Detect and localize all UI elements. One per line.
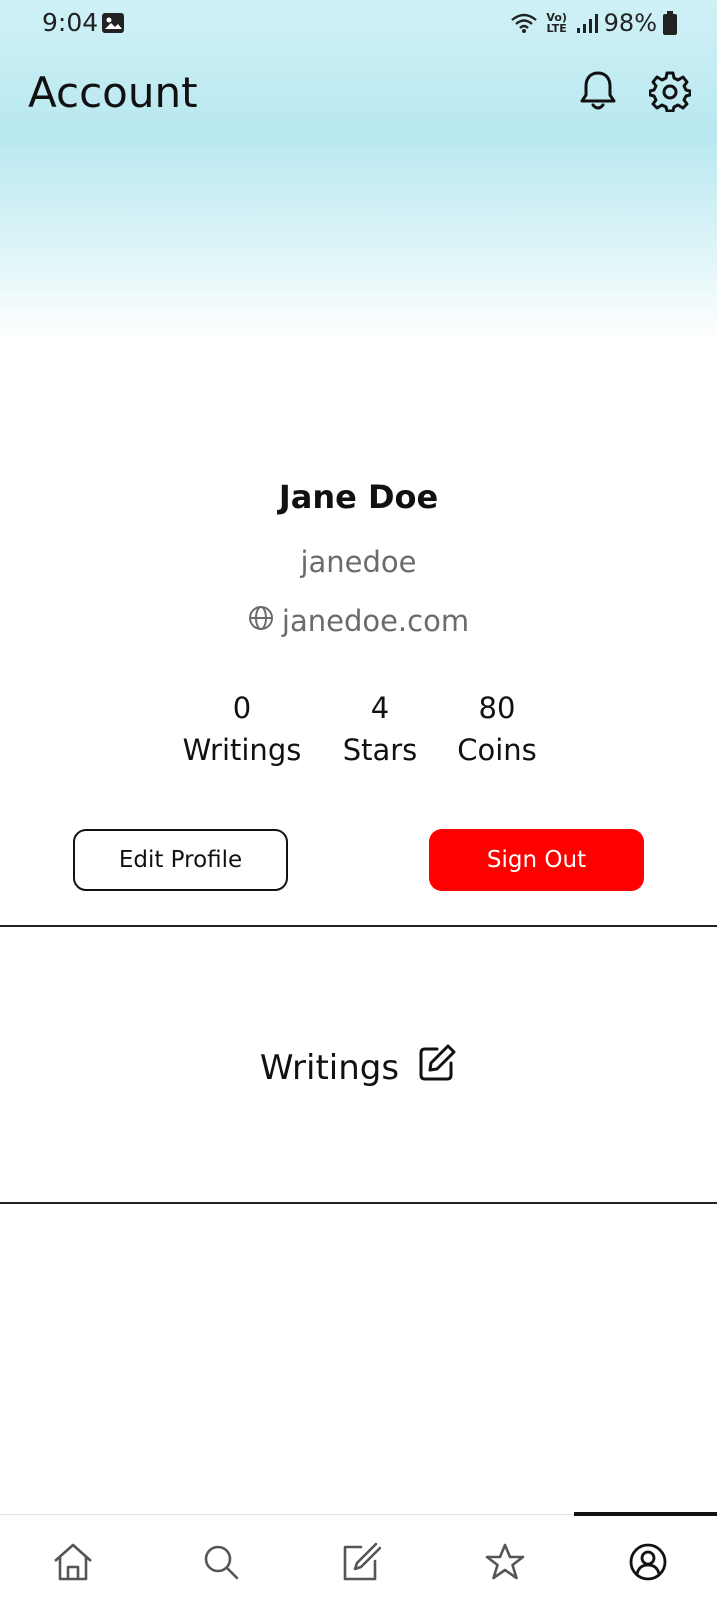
page-title: Account (28, 68, 198, 117)
stat-writings-label: Writings (182, 733, 302, 767)
sign-out-button[interactable]: Sign Out (429, 829, 644, 891)
battery-percentage: 98% (603, 9, 657, 37)
bottom-navigation (0, 1512, 717, 1601)
stat-writings-value: 0 (232, 691, 252, 725)
edit-profile-button[interactable]: Edit Profile (73, 829, 288, 891)
stat-coins-label: Coins (457, 733, 537, 767)
website-text: janedoe.com (281, 604, 470, 638)
writings-section-label: Writings (259, 1047, 400, 1088)
header-background (0, 0, 717, 340)
profile-username: janedoe (300, 545, 417, 579)
battery-icon (663, 11, 677, 35)
writings-section-header[interactable]: Writings (0, 1043, 717, 1092)
nav-write[interactable] (335, 1539, 385, 1589)
globe-icon (248, 604, 274, 638)
profile-name: Jane Doe (278, 478, 439, 516)
nav-search[interactable] (196, 1539, 246, 1589)
settings-button[interactable] (647, 70, 693, 116)
gallery-notification-icon (101, 12, 125, 34)
edit-icon (417, 1043, 457, 1092)
status-bar: 9:04 Vo) LTE 98% (0, 0, 717, 46)
volte-label: Vo) LTE (546, 11, 567, 35)
nav-home[interactable] (48, 1539, 98, 1589)
gear-icon (648, 70, 692, 116)
divider (0, 925, 717, 927)
nav-account[interactable] (623, 1539, 673, 1589)
stat-coins-value: 80 (478, 691, 516, 725)
account-icon (628, 1542, 668, 1586)
divider (0, 1202, 717, 1204)
stat-writings: 0 Writings (167, 690, 317, 774)
status-indicators: Vo) LTE 98% (510, 8, 677, 38)
bell-icon (578, 69, 618, 117)
star-icon (485, 1542, 525, 1586)
status-time: 9:04 (42, 8, 99, 37)
compose-icon (339, 1541, 382, 1587)
nav-stars[interactable] (480, 1539, 530, 1589)
active-tab-indicator (574, 1512, 717, 1516)
signal-icon (576, 12, 598, 34)
home-icon (52, 1541, 94, 1587)
wifi-icon (510, 12, 538, 34)
profile-website-link[interactable]: janedoe.com (0, 604, 717, 638)
stat-coins: 80 Coins (422, 690, 572, 774)
notifications-button[interactable] (575, 70, 621, 116)
search-icon (202, 1543, 240, 1585)
